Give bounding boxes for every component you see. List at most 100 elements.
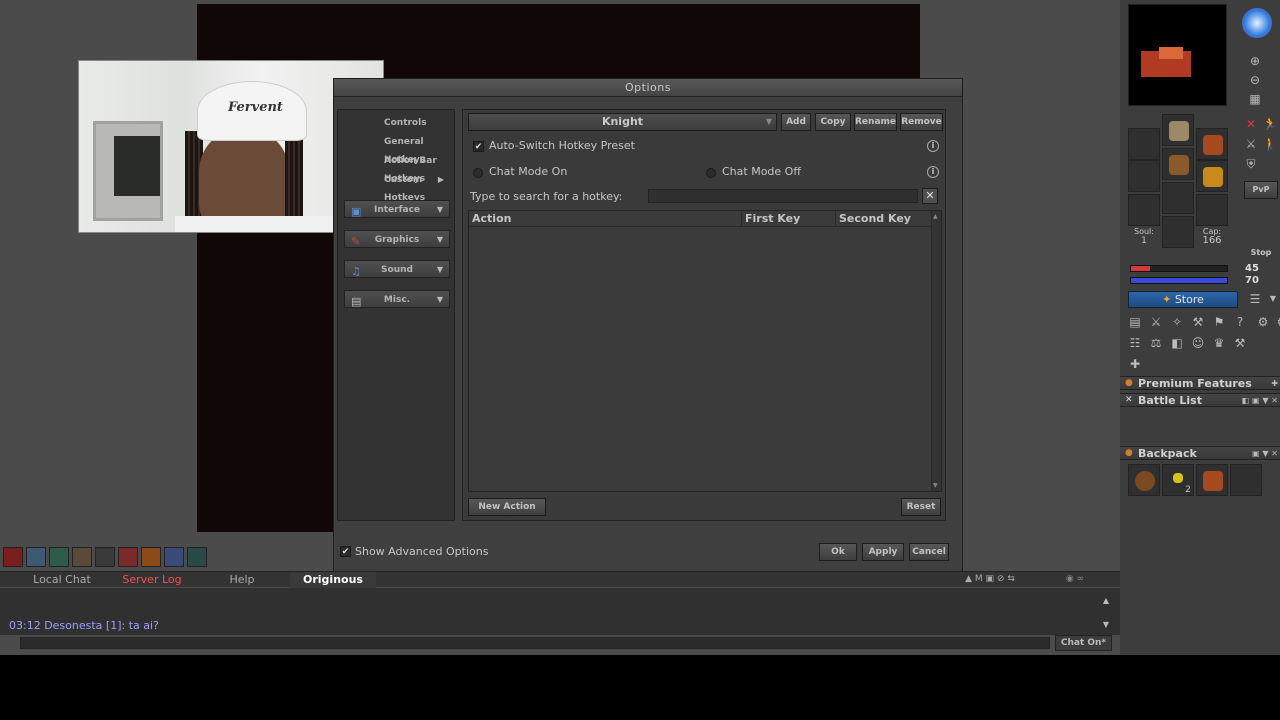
new-action-button[interactable]: New Action <box>468 498 546 516</box>
equipment-slot-amulet[interactable] <box>1128 128 1160 160</box>
clear-search-button[interactable]: ✕ <box>922 188 938 204</box>
battle-icon[interactable]: ⚔ <box>1147 313 1165 331</box>
viplist-icon[interactable]: ☷ <box>1126 334 1144 352</box>
chat-mode-on-radio[interactable] <box>473 168 483 178</box>
hotkey-search-input[interactable] <box>648 189 918 203</box>
compass-icon[interactable] <box>1242 8 1272 38</box>
hotbar-slot[interactable] <box>95 547 115 567</box>
backpack-slot[interactable]: 2 <box>1162 464 1194 496</box>
sword-icon[interactable]: ⚔ <box>1242 135 1260 153</box>
tab-originous[interactable]: Originous <box>290 572 376 588</box>
help-icon[interactable]: ? <box>1231 313 1249 331</box>
column-first-key[interactable]: First Key <box>745 212 800 225</box>
equipment-slot-ring[interactable] <box>1128 194 1160 226</box>
chat-input[interactable] <box>20 637 1050 649</box>
equipment-slot-backpack[interactable] <box>1196 128 1228 160</box>
tab-local-chat[interactable]: Local Chat <box>20 572 104 588</box>
scroll-down-icon[interactable]: ▼ <box>933 482 938 489</box>
tab-help[interactable]: Help <box>200 572 284 588</box>
auto-switch-checkbox[interactable]: ✔ <box>473 141 484 152</box>
battle-list-header[interactable]: ✕ Battle List ◧ ▣ ▼ ✕ <box>1120 393 1280 407</box>
hotbar-slot[interactable] <box>49 547 69 567</box>
prey-icon[interactable]: ◧ <box>1168 334 1186 352</box>
nav-general-hotkeys[interactable]: General Hotkeys <box>344 133 450 165</box>
eye-icon[interactable]: ◉ ∞ <box>1055 572 1095 588</box>
equipment-slot-armor[interactable] <box>1162 148 1194 180</box>
hotbar-slot[interactable] <box>164 547 184 567</box>
add-button[interactable]: Add <box>781 113 811 131</box>
backpack-slot[interactable] <box>1230 464 1262 496</box>
hammer-icon[interactable]: ⚒ <box>1231 334 1249 352</box>
equipment-slot-shield[interactable] <box>1196 160 1228 192</box>
gear-icon[interactable]: ⚙ <box>1254 313 1272 331</box>
zoom-out-icon[interactable]: ⊖ <box>1246 71 1264 89</box>
hotbar-slot[interactable] <box>3 547 23 567</box>
nav-interface[interactable]: ▣ Interface ▼ <box>344 200 450 218</box>
options-icon[interactable]: ⚙ <box>1273 313 1280 331</box>
equipment-slot-weapon[interactable] <box>1128 160 1160 192</box>
reset-button[interactable]: Reset <box>901 498 941 516</box>
menu-icon[interactable]: ☰ <box>1246 290 1264 308</box>
character-icon[interactable]: ☺ <box>1189 334 1207 352</box>
equipment-slot-legs[interactable] <box>1162 182 1194 214</box>
store-button[interactable]: ✦ Store <box>1128 291 1238 308</box>
shield-icon[interactable]: ⛨ <box>1242 155 1260 173</box>
chat-controls-icon[interactable]: ▲ M ▣ ⊘ ⇆ <box>950 572 1030 588</box>
ok-button[interactable]: Ok <box>819 543 857 561</box>
add-icon[interactable]: ✚ <box>1126 355 1144 373</box>
chevron-down-icon[interactable]: ▼ <box>1264 290 1280 308</box>
hotbar-slot[interactable] <box>141 547 161 567</box>
show-advanced-label[interactable]: Show Advanced Options <box>355 545 488 558</box>
backpack-slot[interactable] <box>1128 464 1160 496</box>
hotbar-slot[interactable] <box>118 547 138 567</box>
nav-custom-hotkeys[interactable]: Custom Hotkeys ▶ <box>344 171 450 203</box>
skills-icon[interactable]: ▤ <box>1126 313 1144 331</box>
scroll-down-icon[interactable]: ▼ <box>1100 616 1112 634</box>
premium-features-header[interactable]: ● Premium Features ✚ <box>1120 376 1280 390</box>
rename-button[interactable]: Rename <box>854 113 897 131</box>
chat-on-button[interactable]: Chat On* <box>1055 635 1112 651</box>
nav-graphics[interactable]: ✎ Graphics ▼ <box>344 230 450 248</box>
info-icon[interactable]: i <box>927 140 939 152</box>
minimap[interactable] <box>1128 4 1227 106</box>
unjustified-icon[interactable]: ⚑ <box>1210 313 1228 331</box>
walk-icon[interactable]: 🚶 <box>1261 135 1279 153</box>
expand-icon[interactable]: ✚ <box>1271 377 1278 390</box>
map-icon[interactable]: ▦ <box>1246 90 1264 108</box>
show-advanced-checkbox[interactable]: ✔ <box>340 546 351 557</box>
remove-button[interactable]: Remove <box>900 113 943 131</box>
nav-action-bar-hotkeys[interactable]: Action Bar Hotkeys <box>344 152 450 184</box>
stop-button[interactable]: Stop <box>1244 248 1278 257</box>
market-icon[interactable]: ⚖ <box>1147 334 1165 352</box>
nav-misc[interactable]: ▤ Misc. ▼ <box>344 290 450 308</box>
info-icon[interactable]: i <box>927 166 939 178</box>
quest-icon[interactable]: ⚒ <box>1189 313 1207 331</box>
hotbar-slot[interactable] <box>72 547 92 567</box>
apply-button[interactable]: Apply <box>862 543 904 561</box>
run-icon[interactable]: 🏃 <box>1261 115 1279 133</box>
preset-dropdown[interactable]: Knight ▼ <box>468 113 777 131</box>
cancel-button[interactable]: Cancel <box>909 543 949 561</box>
table-scrollbar[interactable]: ▲ ▼ <box>931 211 941 491</box>
backpack-header[interactable]: ● Backpack ▣ ▼ ✕ <box>1120 446 1280 460</box>
column-second-key[interactable]: Second Key <box>839 212 911 225</box>
backpack-slot[interactable] <box>1196 464 1228 496</box>
window-controls-icon[interactable]: ▣ ▼ ✕ <box>1252 447 1278 460</box>
zoom-in-icon[interactable]: ⊕ <box>1246 52 1264 70</box>
hotbar-slot[interactable] <box>26 547 46 567</box>
equipment-slot-boots[interactable] <box>1162 216 1194 248</box>
equipment-slot-helmet[interactable] <box>1162 114 1194 146</box>
column-action[interactable]: Action <box>472 212 511 225</box>
nav-sound[interactable]: ♫ Sound ▼ <box>344 260 450 278</box>
spells-icon[interactable]: ✧ <box>1168 313 1186 331</box>
chat-mode-off-radio[interactable] <box>706 168 716 178</box>
window-controls-icon[interactable]: ◧ ▣ ▼ ✕ <box>1242 394 1278 407</box>
trophy-icon[interactable]: ♛ <box>1210 334 1228 352</box>
copy-button[interactable]: Copy <box>815 113 851 131</box>
scroll-up-icon[interactable]: ▲ <box>933 213 938 220</box>
pvp-button[interactable]: PvP <box>1244 181 1278 199</box>
scroll-up-icon[interactable]: ▲ <box>1100 592 1112 610</box>
hotbar-slot[interactable] <box>187 547 207 567</box>
equipment-slot-ammo[interactable] <box>1196 194 1228 226</box>
close-pvp-icon[interactable]: ✕ <box>1242 115 1260 133</box>
